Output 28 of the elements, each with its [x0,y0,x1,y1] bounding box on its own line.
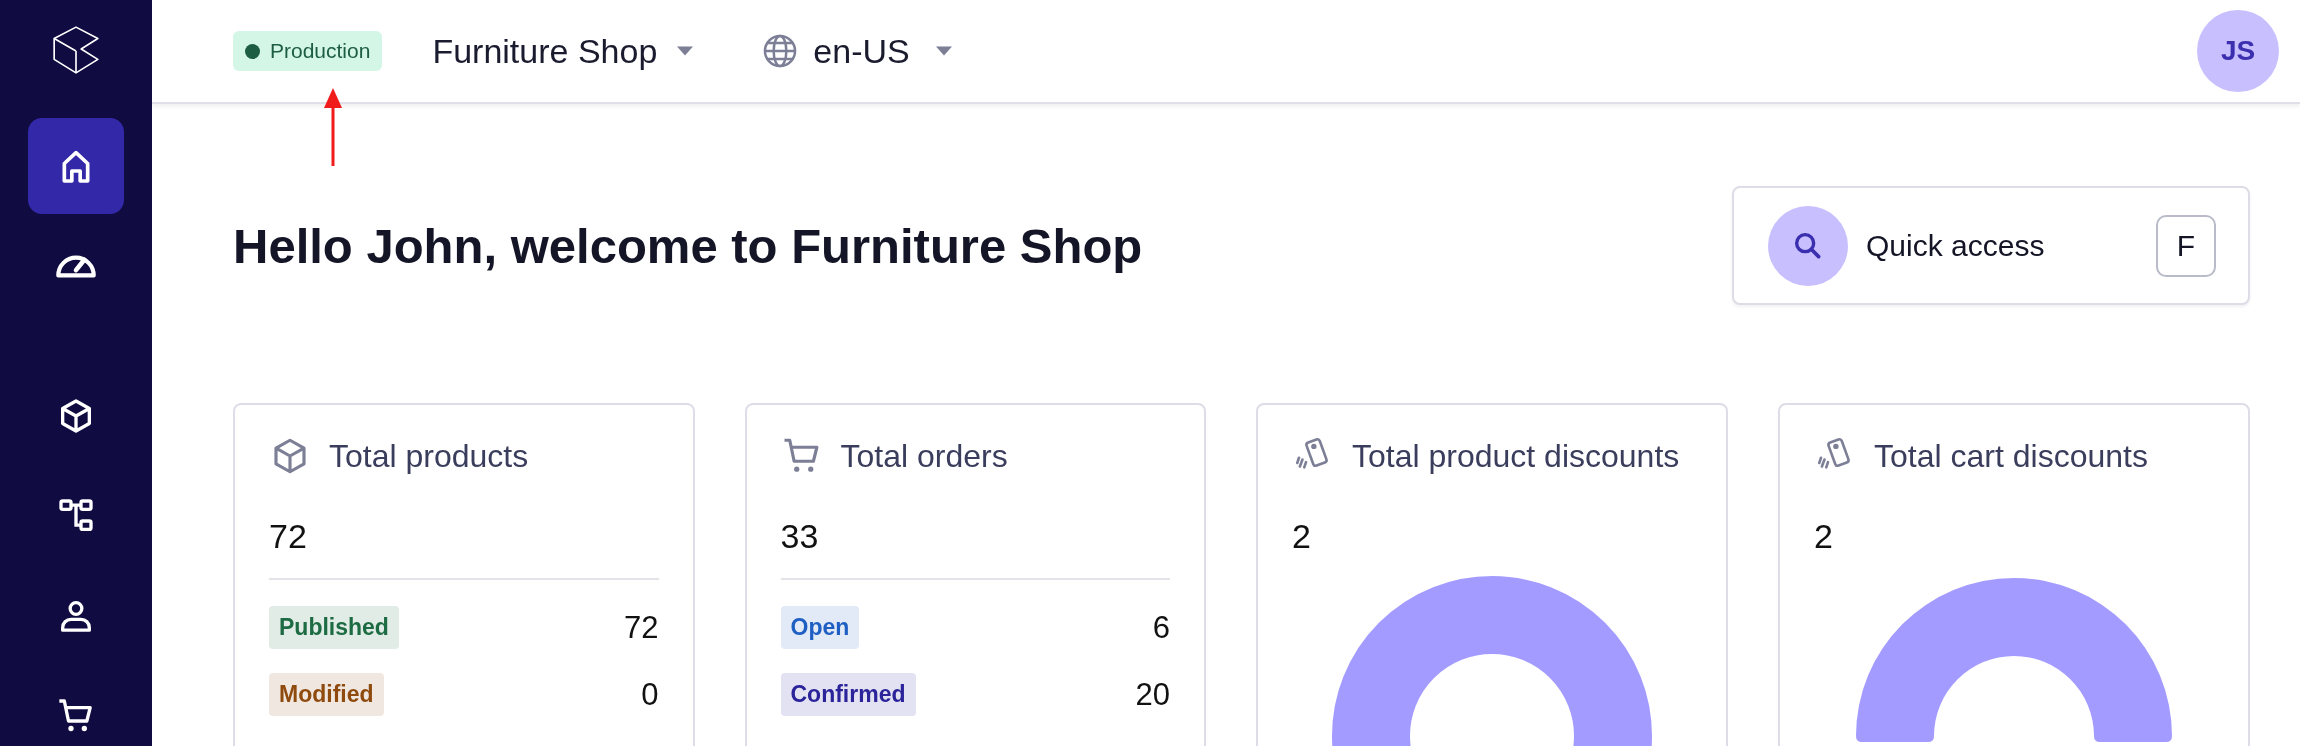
count-value: 6 [1152,609,1170,646]
card-title: Total cart discounts [1874,437,2148,476]
count-value: 72 [624,609,659,646]
environment-label: Production [270,39,371,63]
status-tag: Confirmed [780,673,916,716]
total-count: 2 [1814,517,1834,556]
count-value: 20 [1135,676,1170,713]
project-dropdown[interactable]: Furniture Shop [432,31,694,71]
total-count: 33 [780,517,820,556]
total-count: 2 [1292,517,1312,556]
count-value: 0 [641,676,659,713]
quick-access-button[interactable]: Quick access F [1732,186,2250,305]
caret-icon [935,46,952,56]
caret-icon [677,46,694,56]
keyboard-shortcut: F [2156,214,2216,277]
card-title: Total products [329,437,529,476]
total-count: 72 [269,517,308,556]
locale-dropdown[interactable]: en-US [761,31,952,71]
cube-logo-icon[interactable] [50,24,102,76]
nav-item[interactable] [28,118,124,214]
page-heading: Hello John, welcome to Furniture Shop [233,217,1143,274]
gauge-icon [56,254,96,278]
status-tag: Published [269,606,399,649]
status-tag: Modified [269,673,384,716]
card-title: Total product discounts [1352,437,1680,476]
status-tag: Open [780,606,860,649]
user-avatar[interactable]: JS [2197,10,2279,92]
card-title: Total orders [840,437,1008,476]
